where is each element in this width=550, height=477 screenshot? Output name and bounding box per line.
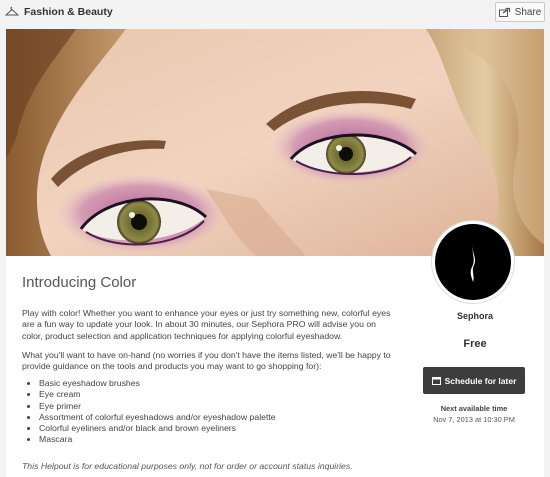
category-label: Fashion & Beauty	[24, 6, 113, 18]
list-item: Mascara	[39, 434, 379, 445]
list-item: Basic eyeshadow brushes	[39, 378, 379, 389]
list-item: Assortment of colorful eyeshadows and/or…	[39, 412, 379, 423]
list-item: Colorful eyeliners and/or black and brow…	[39, 423, 379, 434]
onhand-list: Basic eyeshadow brushes Eye cream Eye pr…	[39, 378, 379, 446]
share-icon	[498, 7, 511, 17]
top-bar: Fashion & Beauty Share	[0, 0, 550, 26]
category-breadcrumb[interactable]: Fashion & Beauty	[5, 4, 113, 20]
next-available-time: Nov 7, 2013 at 10:30 PM	[433, 415, 515, 424]
sephora-logo	[435, 224, 511, 300]
list-item: Eye primer	[39, 401, 379, 412]
price: Free	[463, 338, 487, 350]
share-label: Share	[514, 6, 542, 18]
hanger-icon	[5, 6, 19, 18]
disclaimer: This Helpout is for educational purposes…	[22, 461, 353, 471]
schedule-for-later-button[interactable]: Schedule for later	[423, 367, 525, 394]
next-available-label: Next available time	[440, 404, 508, 413]
listing-title: Introducing Color	[22, 274, 137, 291]
schedule-label: Schedule for later	[444, 375, 517, 386]
provider-name[interactable]: Sephora	[430, 311, 520, 321]
list-item: Eye cream	[39, 389, 379, 400]
provider-avatar[interactable]	[432, 221, 514, 303]
calendar-icon	[431, 376, 441, 385]
onhand-intro: What you'll want to have on-hand (no wor…	[22, 350, 391, 372]
share-button[interactable]: Share	[495, 2, 545, 22]
listing-description: Play with color! Whether you want to enh…	[22, 308, 391, 341]
